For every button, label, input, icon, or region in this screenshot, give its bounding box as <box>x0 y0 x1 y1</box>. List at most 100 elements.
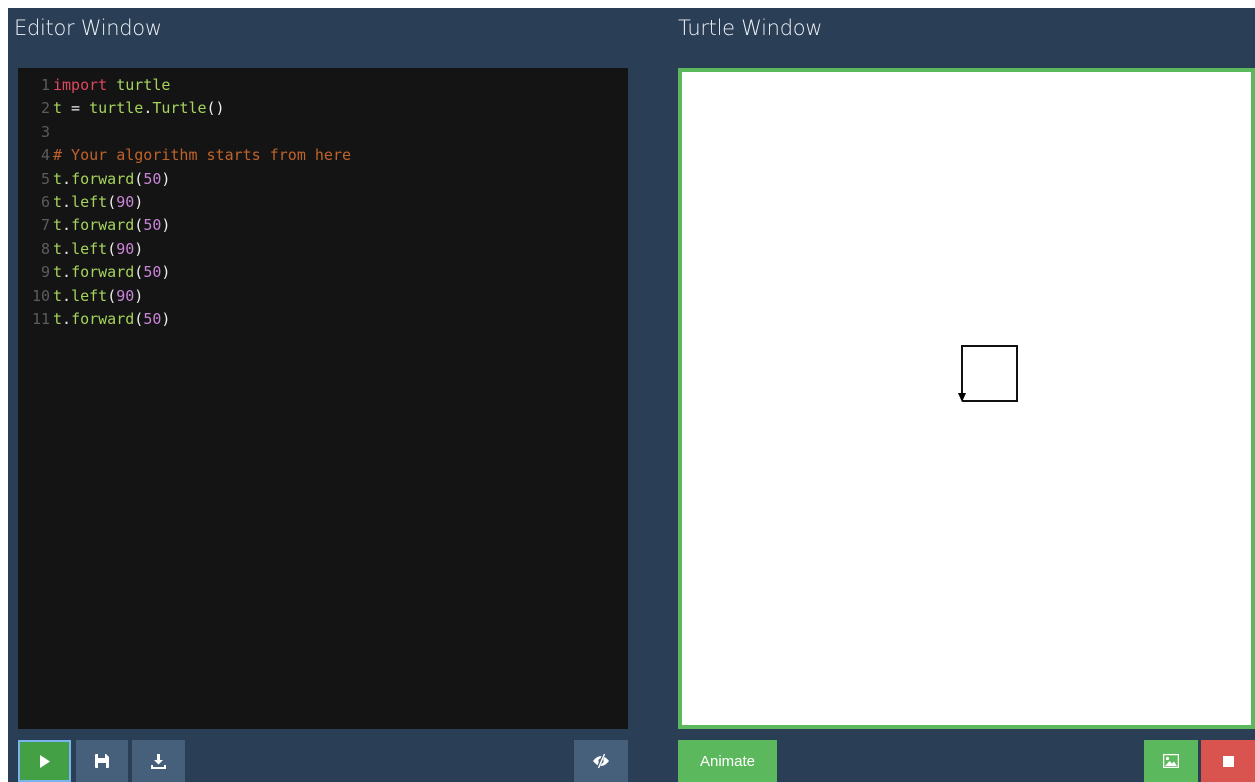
code-token: ) <box>161 309 171 328</box>
code-token: t <box>53 192 63 211</box>
square-path <box>961 345 1018 402</box>
toggle-view-button[interactable] <box>574 740 628 782</box>
code-token: ( <box>107 286 117 305</box>
line-number: 10 <box>31 286 50 305</box>
code-line[interactable]: 6 t.left(90) <box>18 191 628 214</box>
code-token: ( <box>134 263 144 282</box>
line-number: 8 <box>40 239 50 258</box>
code-token: forward <box>71 216 135 235</box>
code-token: left <box>71 239 108 258</box>
code-line[interactable]: 5 t.forward(50) <box>18 168 628 191</box>
save-image-button[interactable] <box>1144 740 1198 782</box>
code-token: 50 <box>143 309 162 328</box>
line-number: 5 <box>40 169 50 188</box>
line-number: 7 <box>40 216 50 235</box>
code-token: forward <box>71 263 135 282</box>
code-token: forward <box>71 169 135 188</box>
code-line[interactable]: 10 t.left(90) <box>18 285 628 308</box>
code-token: ) <box>161 169 171 188</box>
code-token: left <box>71 192 108 211</box>
line-number: 6 <box>40 192 50 211</box>
code-token: . <box>62 263 72 282</box>
code-token: ) <box>161 263 171 282</box>
code-token: t <box>53 286 63 305</box>
run-button[interactable] <box>18 740 71 782</box>
turtle-window-title: Turtle Window <box>678 16 823 40</box>
editor-window-title: Editor Window <box>14 16 162 40</box>
code-token: ) <box>161 216 171 235</box>
line-code: t.forward(50) <box>53 261 170 284</box>
code-token: 50 <box>143 263 162 282</box>
code-token: left <box>71 286 108 305</box>
app-root: Editor Window Turtle Window 1 import turt… <box>8 8 1255 782</box>
turtle-drawing <box>958 345 1018 402</box>
line-number: 2 <box>40 99 50 118</box>
stop-button[interactable] <box>1201 740 1255 782</box>
code-token: 50 <box>143 169 162 188</box>
line-code: t.left(90) <box>53 285 143 308</box>
line-code: import turtle <box>53 74 170 97</box>
code-token: ) <box>134 192 144 211</box>
line-number: 4 <box>40 146 50 165</box>
code-token: t <box>53 263 63 282</box>
code-token: 90 <box>116 239 135 258</box>
floppy-disk-icon <box>95 754 109 768</box>
line-code: t = turtle.Turtle() <box>53 97 225 120</box>
code-line[interactable]: 3 <box>18 121 628 144</box>
turtle-canvas[interactable] <box>678 68 1255 729</box>
line-number: 3 <box>40 122 50 141</box>
code-line[interactable]: 4 # Your algorithm starts from here <box>18 144 628 167</box>
code-token: 90 <box>116 192 135 211</box>
code-line[interactable]: 7 t.forward(50) <box>18 214 628 237</box>
line-code: t.left(90) <box>53 191 143 214</box>
code-token: . <box>62 192 72 211</box>
code-token: . <box>62 169 72 188</box>
line-code: t.forward(50) <box>53 214 170 237</box>
download-button[interactable] <box>132 740 185 782</box>
code-token: ) <box>134 286 144 305</box>
code-token: forward <box>71 309 135 328</box>
code-line[interactable]: 11 t.forward(50) <box>18 308 628 331</box>
code-token: . <box>62 216 72 235</box>
code-token: . <box>62 286 72 305</box>
code-token: () <box>206 99 225 118</box>
code-line[interactable]: 8 t.left(90) <box>18 238 628 261</box>
code-token: 50 <box>143 216 162 235</box>
code-token: import <box>53 76 108 94</box>
line-code: t.left(90) <box>53 238 143 261</box>
code-token: # Your algorithm starts from here <box>53 146 352 165</box>
code-token: turtle <box>89 99 144 118</box>
code-token: ( <box>107 192 117 211</box>
code-token: Turtle <box>152 99 207 118</box>
code-token: ( <box>134 309 144 328</box>
code-token: t <box>53 309 63 328</box>
code-token: . <box>143 99 153 118</box>
code-token: ( <box>134 216 144 235</box>
code-token: . <box>62 239 72 258</box>
line-code: t.forward(50) <box>53 308 170 331</box>
code-token: = <box>62 99 90 118</box>
save-button[interactable] <box>76 740 128 782</box>
line-code: t.forward(50) <box>53 168 170 191</box>
code-token: ) <box>134 239 144 258</box>
animate-button[interactable]: Animate <box>678 740 777 782</box>
code-token: t <box>53 169 63 188</box>
code-line[interactable]: 1 import turtle <box>18 74 628 97</box>
code-editor[interactable]: 1 import turtle 2 t = turtle.Turtle() 3 4 # Yo… <box>18 68 628 729</box>
stop-icon <box>1222 755 1234 767</box>
line-number: 1 <box>40 76 50 94</box>
code-line[interactable]: 9 t.forward(50) <box>18 261 628 284</box>
code-token: turtle <box>116 76 171 94</box>
code-line[interactable]: 2t = turtle.Turtle() <box>18 97 628 120</box>
line-number: 11 <box>31 309 50 328</box>
code-token: ( <box>134 169 144 188</box>
play-icon <box>39 754 50 768</box>
line-number: 9 <box>40 263 50 282</box>
code-token: t <box>53 216 63 235</box>
code-token: t <box>53 239 63 258</box>
download-icon <box>151 753 166 769</box>
eye-slash-icon <box>593 754 609 768</box>
code-token: . <box>62 309 72 328</box>
line-code: # Your algorithm starts from here <box>53 144 351 167</box>
